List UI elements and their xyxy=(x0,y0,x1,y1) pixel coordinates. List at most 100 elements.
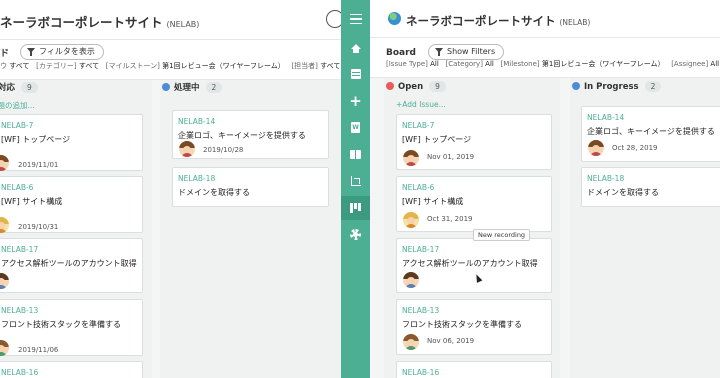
issue-key[interactable]: NELAB-13 xyxy=(1,306,38,315)
issue-card[interactable]: NELAB-7 [WF] トップページ Nov 01, 2019 xyxy=(396,114,552,170)
left-column-header-open: 対応 9 xyxy=(0,81,38,93)
issue-key[interactable]: NELAB-18 xyxy=(178,174,215,183)
gantt-chart-icon[interactable] xyxy=(341,170,370,192)
issue-title: アクセス解析ツールのアカウント取得 xyxy=(402,259,538,268)
issues-icon[interactable] xyxy=(341,63,370,85)
column-count-badge: 2 xyxy=(205,82,223,93)
issue-key[interactable]: NELAB-17 xyxy=(402,245,439,254)
issue-due-date: 2019/11/06 xyxy=(18,346,59,354)
add-issue-link[interactable]: +Add Issue... xyxy=(396,100,446,109)
issue-key[interactable]: NELAB-6 xyxy=(402,183,434,192)
settings-icon[interactable] xyxy=(341,223,370,245)
avatar xyxy=(403,272,419,288)
issue-title: フロント技術スタックを準備する xyxy=(1,320,121,329)
issue-key[interactable]: NELAB-17 xyxy=(1,245,38,254)
files-icon[interactable] xyxy=(341,143,370,165)
left-filter-row: ウ すべて [カテゴリー] すべて [マイルストーン] 第1回レビュー会（ワイヤ… xyxy=(0,62,341,70)
avatar xyxy=(0,155,9,171)
issue-due-date: Nov 06, 2019 xyxy=(427,337,475,345)
issue-card[interactable]: NELAB-6 [WF] サイト構成 2019/10/31 xyxy=(0,176,143,233)
left-show-filters-button[interactable]: フィルタを表示 xyxy=(20,44,104,60)
issue-due-date: Nov 01, 2019 xyxy=(427,153,475,161)
column-header-open: Open 9 xyxy=(386,81,446,92)
issue-key[interactable]: NELAB-18 xyxy=(587,174,624,183)
issue-card[interactable]: NELAB-18 ドメインを取得する xyxy=(172,167,329,207)
left-window: ネーラボコーポレートサイト (NELAB) ド フィルタを表示 ウ すべて [カテ… xyxy=(0,0,348,378)
issue-key[interactable]: NELAB-7 xyxy=(402,121,434,130)
avatar xyxy=(0,273,9,289)
issue-title: 企業ロゴ、キーイメージを提供する xyxy=(587,127,715,136)
avatar xyxy=(403,150,419,166)
right-project-title[interactable]: ネーラボコーポレートサイト (NELAB) xyxy=(406,13,590,29)
avatar xyxy=(0,340,9,356)
left-project-key: (NELAB) xyxy=(166,20,200,29)
project-globe-icon xyxy=(388,12,401,25)
issue-title: フロント技術スタックを準備する xyxy=(402,320,522,329)
issue-due-date: 2019/11/01 xyxy=(18,161,59,169)
show-filters-button[interactable]: Show Filters xyxy=(428,44,505,60)
issue-card[interactable]: NELAB-14 企業ロゴ、キーイメージを提供する 2019/10/28 xyxy=(172,110,329,159)
issue-due-date: Oct 28, 2019 xyxy=(612,144,658,152)
issue-title: [WF] トップページ xyxy=(1,135,71,144)
left-project-title[interactable]: ネーラボコーポレートサイト (NELAB) xyxy=(0,12,199,31)
column-count-badge: 2 xyxy=(644,81,662,92)
avatar xyxy=(0,217,9,233)
right-filter-row: [Issue Type] All [Category] All [Milesto… xyxy=(386,60,720,68)
board-title: Board xyxy=(386,48,416,58)
left-title-bar: ネーラボコーポレートサイト (NELAB) xyxy=(0,0,348,40)
issue-card[interactable]: NELAB-13 フロント技術スタックを準備する Nov 06, 2019 xyxy=(396,299,552,355)
filter-icon xyxy=(27,48,35,56)
issue-key[interactable]: NELAB-16 xyxy=(1,368,38,377)
board-icon[interactable] xyxy=(341,196,370,220)
status-dot xyxy=(386,82,394,90)
column-count-badge: 9 xyxy=(21,82,38,93)
issue-key[interactable]: NELAB-7 xyxy=(1,121,33,130)
issue-key[interactable]: NELAB-16 xyxy=(402,368,439,377)
left-board-header: ド フィルタを表示 ウ すべて [カテゴリー] すべて [マイルストーン] 第1… xyxy=(0,40,348,80)
issue-title: ドメインを取得する xyxy=(178,188,250,197)
screen: ネーラボコーポレートサイト (NELAB) ド フィルタを表示 ウ すべて [カテ… xyxy=(0,0,720,378)
issue-card[interactable]: NELAB-17 アクセス解析ツールのアカウント取得 xyxy=(396,238,552,293)
recording-tooltip: New recording xyxy=(473,229,531,241)
column-count-badge: 9 xyxy=(429,81,446,92)
issue-title: 企業ロゴ、キーイメージを提供する xyxy=(178,131,306,140)
avatar xyxy=(403,334,419,350)
issue-title: [WF] トップページ xyxy=(402,135,472,144)
issue-card[interactable]: NELAB-17 アクセス解析ツールのアカウント取得 xyxy=(0,238,143,293)
left-board-title: ド xyxy=(0,49,10,59)
issue-key[interactable]: NELAB-14 xyxy=(587,113,624,122)
issue-card[interactable]: NELAB-7 [WF] トップページ 2019/11/01 xyxy=(0,114,143,171)
issue-title: [WF] サイト構成 xyxy=(1,197,63,206)
issue-due-date: 2019/10/28 xyxy=(203,146,244,154)
issue-card[interactable]: NELAB-13 フロント技術スタックを準備する 2019/11/06 xyxy=(0,299,143,356)
issue-card[interactable]: NELAB-18 ドメインを取得する xyxy=(581,167,720,207)
left-add-issue-link[interactable]: 課題の追加... xyxy=(0,100,35,111)
issue-key[interactable]: NELAB-6 xyxy=(1,183,33,192)
menu-icon[interactable] xyxy=(341,8,370,30)
right-board-header: Board Show Filters [Issue Type] All [Cat… xyxy=(370,38,720,78)
issue-due-date: Oct 31, 2019 xyxy=(427,215,473,223)
status-dot xyxy=(162,83,170,91)
status-dot xyxy=(572,82,580,90)
column-header-in-progress: In Progress 2 xyxy=(572,81,662,92)
avatar xyxy=(179,141,195,157)
home-icon[interactable] xyxy=(341,37,370,59)
issue-card[interactable]: NELAB-16 xyxy=(396,361,552,378)
issue-title: アクセス解析ツールのアカウント取得 xyxy=(1,259,137,268)
issue-key[interactable]: NELAB-14 xyxy=(178,117,215,126)
right-project-key: (NELAB) xyxy=(559,18,591,27)
issue-card[interactable]: NELAB-14 企業ロゴ、キーイメージを提供する Oct 28, 2019 xyxy=(581,106,720,162)
issue-due-date: 2019/10/31 xyxy=(18,223,59,231)
issue-title: [WF] サイト構成 xyxy=(402,197,464,206)
add-issue-icon[interactable]: + xyxy=(341,90,370,112)
left-column-header-progress: 処理中 2 xyxy=(162,81,223,93)
filter-icon xyxy=(435,48,443,56)
issue-card[interactable]: NELAB-16 xyxy=(0,361,143,378)
right-window: ネーラボコーポレートサイト (NELAB) Board Show Filters … xyxy=(370,0,720,378)
wiki-icon[interactable]: W xyxy=(341,116,370,138)
avatar xyxy=(403,212,419,228)
global-sidebar: + W xyxy=(341,0,370,378)
issue-key[interactable]: NELAB-13 xyxy=(402,306,439,315)
issue-title: ドメインを取得する xyxy=(587,188,659,197)
issue-card[interactable]: NELAB-6 [WF] サイト構成 Oct 31, 2019 xyxy=(396,176,552,232)
